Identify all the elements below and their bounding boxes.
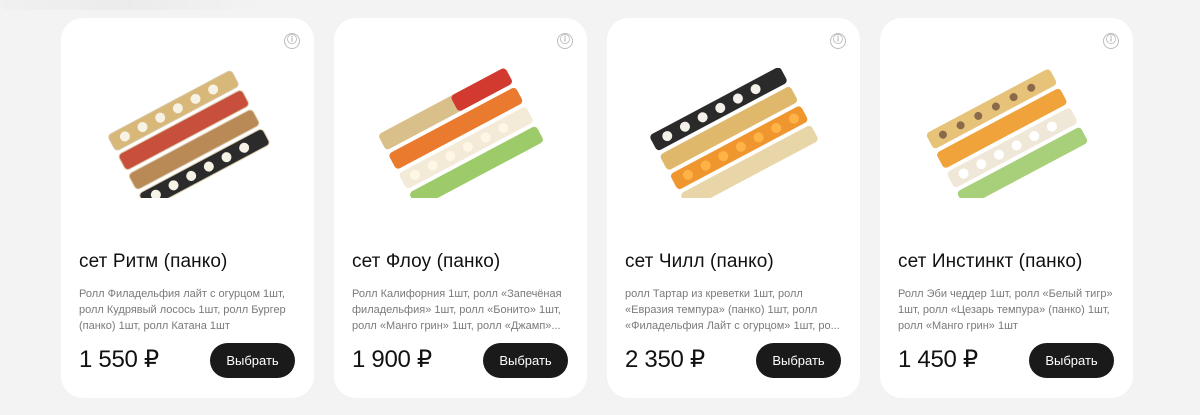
product-card-instinct[interactable]: ⓘ сет Инстинкт (панко) Ролл Эби чеддер 1… <box>880 18 1133 398</box>
sushi-set-image <box>378 68 543 198</box>
product-title[interactable]: сет Флоу (панко) <box>352 251 500 273</box>
top-fade-decoration <box>0 0 260 10</box>
info-icon[interactable]: ⓘ <box>284 33 300 49</box>
product-card-chill[interactable]: ⓘ сет Чилл (панко) ролл Тартар из кревет… <box>607 18 860 398</box>
product-description: Ролл Эби чеддер 1шт, ролл «Белый тигр» 1… <box>898 288 1113 332</box>
product-image[interactable] <box>85 63 290 203</box>
product-price: 1 450 ₽ <box>898 346 978 373</box>
product-description: Ролл Калифорния 1шт, ролл «Запечёная фил… <box>352 288 562 332</box>
info-icon[interactable]: ⓘ <box>557 33 573 49</box>
product-card-ritm[interactable]: ⓘ сет Ритм (панко) Ролл Филадельфия лайт… <box>61 18 314 398</box>
product-price: 1 900 ₽ <box>352 346 432 373</box>
product-price: 1 550 ₽ <box>79 346 159 373</box>
product-title[interactable]: сет Чилл (панко) <box>625 251 774 273</box>
sushi-set-image <box>107 70 270 198</box>
product-image[interactable] <box>904 63 1109 203</box>
product-card-flow[interactable]: ⓘ сет Флоу (панко) Ролл Калифорния 1шт, … <box>334 18 587 398</box>
info-icon[interactable]: ⓘ <box>1103 33 1119 49</box>
select-button[interactable]: Выбрать <box>210 343 295 378</box>
product-image[interactable] <box>358 63 563 203</box>
product-grid: ⓘ сет Ритм (панко) Ролл Филадельфия лайт… <box>61 18 1133 398</box>
info-icon[interactable]: ⓘ <box>830 33 846 49</box>
select-button[interactable]: Выбрать <box>483 343 568 378</box>
product-title[interactable]: сет Инстинкт (панко) <box>898 251 1082 273</box>
select-button[interactable]: Выбрать <box>1029 343 1114 378</box>
sushi-set-image <box>649 68 818 198</box>
product-price: 2 350 ₽ <box>625 346 705 373</box>
sushi-set-image <box>926 69 1087 198</box>
select-button[interactable]: Выбрать <box>756 343 841 378</box>
product-description: Ролл Филадельфия лайт с огурцом 1шт, рол… <box>79 288 286 332</box>
product-title[interactable]: сет Ритм (панко) <box>79 251 227 273</box>
product-description: ролл Тартар из креветки 1шт, ролл «Евраз… <box>625 288 840 332</box>
product-image[interactable] <box>631 63 836 203</box>
